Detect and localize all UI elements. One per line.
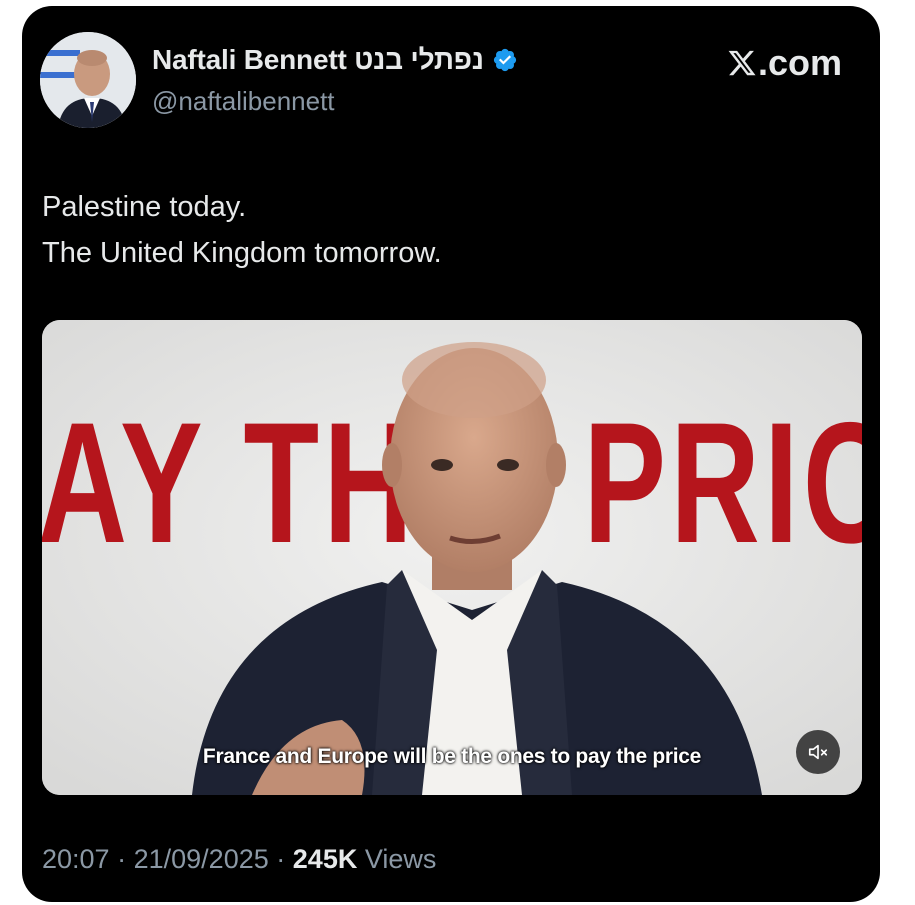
tweet-text-line: Palestine today. [42,191,247,223]
video-caption: France and Europe will be the ones to pa… [202,745,702,768]
brand-label: .com [757,42,842,83]
meta-separator: · [276,844,286,874]
backdrop-text-left: AY TH [42,386,417,579]
meta-separator: · [117,844,127,874]
x-com-brand: .com [727,42,842,84]
tweet-time[interactable]: 20:07 [42,844,110,874]
tweet-text-line: The United Kingdom tomorrow. [42,237,442,269]
backdrop-text-right: PRIC [583,386,862,579]
author-handle[interactable]: @naftalibennett [152,86,335,117]
tweet-metadata: 20:07 · 21/09/2025 · 245K Views [42,844,436,875]
verified-badge-icon [493,48,516,72]
avatar-image [40,32,136,128]
tweet-text: Palestine today. The United Kingdom tomo… [42,184,442,276]
x-logo-icon [728,50,756,76]
views-count: 245K [292,844,358,874]
speaker-muted-icon [808,744,828,760]
mute-button[interactable] [796,730,840,774]
tweet-card: Naftali Bennett נפתלי בנט @naftalibennet… [22,6,880,902]
avatar[interactable] [40,32,136,128]
video-player[interactable]: AY TH PRIC France and Europe will be the… [42,320,862,795]
views-label: Views [364,844,437,874]
tweet-date[interactable]: 21/09/2025 [134,844,269,874]
video-frame: AY TH PRIC [42,320,862,795]
author-name-row[interactable]: Naftali Bennett נפתלי בנט [152,44,518,76]
author-display-name[interactable]: Naftali Bennett נפתלי בנט [152,44,484,76]
